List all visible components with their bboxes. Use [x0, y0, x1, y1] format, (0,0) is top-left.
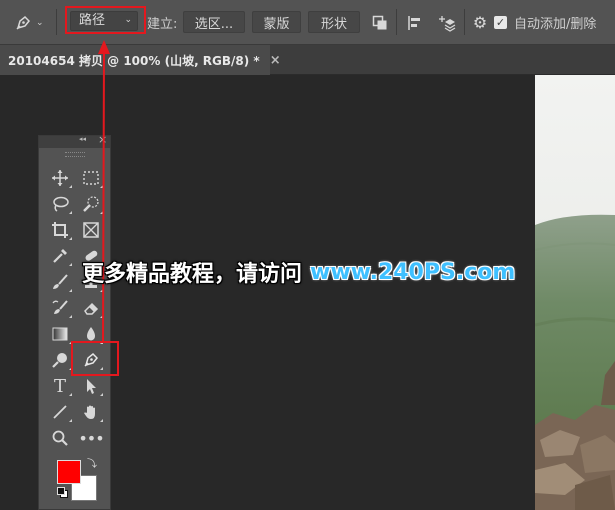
watermark-url: www.240PS.com [310, 259, 516, 285]
watermark: 更多精品教程，请访问 www.240PS.com [82, 255, 515, 289]
watermark-chinese-text: 更多精品教程，请访问 [82, 262, 303, 287]
